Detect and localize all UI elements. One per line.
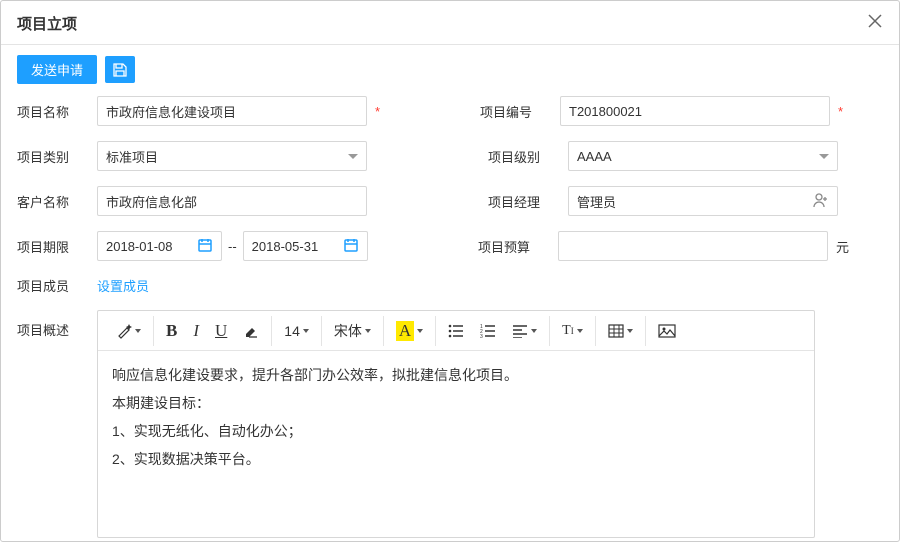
project-manager-label: 项目经理 — [488, 192, 568, 211]
bold-button[interactable]: B — [158, 316, 185, 346]
caret-down-icon — [417, 329, 423, 333]
project-category-value: 标准项目 — [106, 147, 158, 166]
set-members-link[interactable]: 设置成员 — [97, 276, 149, 295]
unordered-list-button[interactable] — [440, 316, 472, 346]
required-mark: * — [375, 104, 380, 119]
send-application-button[interactable]: 发送申请 — [17, 55, 97, 84]
period-start-value: 2018-01-08 — [106, 239, 173, 254]
project-budget-label: 项目预算 — [478, 237, 558, 256]
project-period-label: 项目期限 — [17, 237, 97, 256]
budget-unit: 元 — [836, 237, 849, 256]
image-button[interactable] — [650, 316, 684, 346]
customer-name-input[interactable] — [97, 186, 367, 216]
underline-button[interactable]: U — [207, 316, 235, 346]
project-level-select[interactable]: AAAA — [568, 141, 838, 171]
required-mark: * — [838, 104, 843, 119]
caret-down-icon — [531, 329, 537, 333]
align-button[interactable] — [504, 316, 550, 346]
font-color-button[interactable]: A — [388, 316, 436, 346]
save-button[interactable] — [105, 56, 135, 83]
magic-format-button[interactable] — [108, 316, 154, 346]
fontsize-value: 14 — [284, 323, 300, 339]
customer-name-label: 客户名称 — [17, 192, 97, 211]
caret-down-icon — [348, 154, 358, 159]
svg-text:3: 3 — [480, 334, 483, 338]
project-category-select[interactable]: 标准项目 — [97, 141, 367, 171]
close-button[interactable] — [865, 11, 885, 31]
desc-line: 本期建设目标： — [112, 389, 800, 417]
project-level-value: AAAA — [577, 149, 612, 164]
rich-text-editor: B I U 14 宋体 A — [97, 310, 815, 538]
dialog-title: 项目立项 — [17, 13, 883, 34]
fontsize-select[interactable]: 14 — [276, 316, 322, 346]
editor-content[interactable]: 响应信息化建设要求，提升各部门办公效率，拟批建信息化项目。 本期建设目标： 1、… — [98, 351, 814, 537]
project-name-input[interactable] — [97, 96, 367, 126]
caret-down-icon — [577, 329, 583, 333]
project-name-label: 项目名称 — [17, 102, 97, 121]
period-start-input[interactable]: 2018-01-08 — [97, 231, 222, 261]
add-person-icon[interactable] — [813, 192, 829, 211]
period-end-value: 2018-05-31 — [252, 239, 319, 254]
caret-down-icon — [303, 329, 309, 333]
project-members-label: 项目成员 — [17, 276, 97, 295]
editor-toolbar: B I U 14 宋体 A — [98, 311, 814, 351]
fontname-value: 宋体 — [334, 321, 362, 341]
period-separator: -- — [228, 239, 237, 254]
fontname-select[interactable]: 宋体 — [326, 316, 384, 346]
eraser-button[interactable] — [235, 316, 272, 346]
project-manager-field[interactable]: 管理员 — [568, 186, 838, 216]
text-style-button[interactable]: TI — [554, 316, 596, 346]
caret-down-icon — [365, 329, 371, 333]
project-code-input[interactable] — [560, 96, 830, 126]
project-code-label: 项目编号 — [480, 102, 560, 121]
table-button[interactable] — [600, 316, 646, 346]
ordered-list-button[interactable]: 123 — [472, 316, 504, 346]
project-desc-label: 项目概述 — [17, 310, 97, 339]
caret-down-icon — [819, 154, 829, 159]
desc-line: 响应信息化建设要求，提升各部门办公效率，拟批建信息化项目。 — [112, 361, 800, 389]
italic-button[interactable]: I — [185, 316, 207, 346]
project-manager-value: 管理员 — [577, 192, 616, 211]
desc-line: 2、实现数据决策平台。 — [112, 445, 800, 473]
period-end-input[interactable]: 2018-05-31 — [243, 231, 368, 261]
calendar-icon — [197, 237, 213, 256]
project-category-label: 项目类别 — [17, 147, 97, 166]
calendar-icon — [343, 237, 359, 256]
desc-line: 1、实现无纸化、自动化办公； — [112, 417, 800, 445]
project-level-label: 项目级别 — [488, 147, 568, 166]
project-budget-input[interactable] — [558, 231, 828, 261]
caret-down-icon — [135, 329, 141, 333]
caret-down-icon — [627, 329, 633, 333]
